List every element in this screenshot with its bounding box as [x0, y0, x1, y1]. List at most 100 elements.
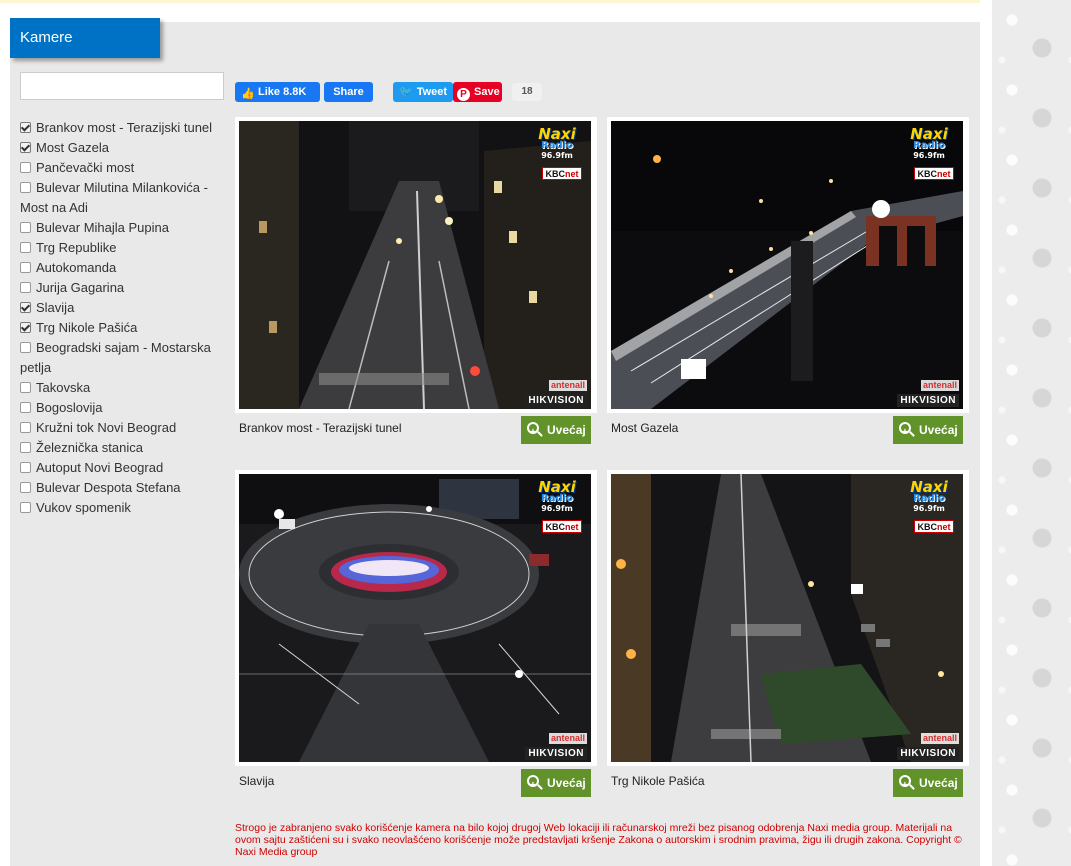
- decorative-background-pattern: [992, 0, 1071, 866]
- naxi-radio-logo: Naxi Radio 96.9fm KBCnet: [901, 480, 957, 534]
- camera-checkbox-label: Most Gazela: [36, 140, 109, 155]
- camera-checkbox-label: Vukov spomenik: [36, 500, 131, 515]
- camera-checkbox-label: Brankov most - Terazijski tunel: [36, 120, 213, 135]
- camera-list-item[interactable]: Jurija Gagarina: [20, 278, 220, 298]
- camera-checkbox[interactable]: [20, 222, 31, 233]
- antenall-watermark: antenall: [920, 380, 959, 391]
- zoom-in-icon: [527, 419, 539, 447]
- camera-checkbox-label: Železnička stanica: [36, 440, 143, 455]
- camera-checkbox-label: Bulevar Mihajla Pupina: [36, 220, 169, 235]
- camera-checkbox[interactable]: [20, 182, 31, 193]
- camera-frame: Naxi Radio 96.9fm KBCnet antenall HIKVISIO…: [235, 470, 597, 766]
- camera-list-item[interactable]: Bulevar Milutina Milankovića - Most na A…: [20, 178, 220, 218]
- camera-checkbox[interactable]: [20, 162, 31, 173]
- camera-checkbox-label: Beogradski sajam - Mostarska petlja: [20, 340, 211, 375]
- pinterest-icon: P: [457, 88, 470, 101]
- camera-list-item[interactable]: Autoput Novi Beograd: [20, 458, 220, 478]
- save-label: Save: [474, 86, 500, 98]
- panel-title: Kamere: [10, 18, 160, 58]
- camera-list-item[interactable]: Vukov spomenik: [20, 498, 220, 518]
- antenall-watermark: antenall: [920, 733, 959, 744]
- camera-checkbox[interactable]: [20, 322, 31, 333]
- camera-image[interactable]: Naxi Radio 96.9fm KBCnet antenall HIKVISIO…: [239, 474, 591, 762]
- camera-checkbox-label: Bogoslovija: [36, 400, 103, 415]
- camera-checkbox-label: Jurija Gagarina: [36, 280, 125, 295]
- camera-checkbox[interactable]: [20, 302, 31, 313]
- camera-list-item[interactable]: Takovska: [20, 378, 220, 398]
- camera-image[interactable]: Naxi Radio 96.9fm KBCnet antenall HIKVISIO…: [611, 121, 963, 409]
- camera-checkbox[interactable]: [20, 482, 31, 493]
- zoom-in-icon: [899, 772, 911, 800]
- camera-checkbox-label: Trg Nikole Pašića: [36, 320, 138, 335]
- camera-list-item[interactable]: Bulevar Mihajla Pupina: [20, 218, 220, 238]
- camera-checkbox-label: Pančevački most: [36, 160, 135, 175]
- camera-list-item[interactable]: Kružni tok Novi Beograd: [20, 418, 220, 438]
- zoom-button[interactable]: Uvećaj: [893, 769, 963, 800]
- like-label: Like 8.8K: [258, 86, 307, 98]
- camera-checkbox[interactable]: [20, 282, 31, 293]
- zoom-button-label: Uvećaj: [547, 423, 586, 437]
- camera-checkbox[interactable]: [20, 142, 31, 153]
- antenall-watermark: antenall: [548, 380, 587, 391]
- camera-list-item[interactable]: Beogradski sajam - Mostarska petlja: [20, 338, 220, 378]
- kbc-net-logo: KBCnet: [542, 167, 582, 180]
- camera-checkbox[interactable]: [20, 502, 31, 513]
- camera-checkbox[interactable]: [20, 402, 31, 413]
- hikvision-watermark: HIKVISION: [897, 394, 959, 407]
- facebook-like-button[interactable]: 👍 Like 8.8K: [235, 82, 320, 102]
- camera-caption: Slavija: [239, 774, 275, 788]
- camera-list-item[interactable]: Bogoslovija: [20, 398, 220, 418]
- camera-list-item[interactable]: Brankov most - Terazijski tunel: [20, 118, 220, 138]
- camera-checkbox[interactable]: [20, 242, 31, 253]
- copyright-disclaimer: Strogo je zabranjeno svako korišćenje ka…: [235, 822, 962, 858]
- camera-checkbox-label: Slavija: [36, 300, 75, 315]
- camera-list-item[interactable]: Trg Republike: [20, 238, 220, 258]
- camera-image[interactable]: Naxi Radio 96.9fm KBCnet antenall HIKVISIO…: [239, 121, 591, 409]
- thumbs-up-icon: 👍: [241, 88, 255, 100]
- zoom-button[interactable]: Uvećaj: [521, 769, 591, 800]
- camera-checkbox-label: Takovska: [36, 380, 91, 395]
- camera-checkbox[interactable]: [20, 382, 31, 393]
- twitter-bird-icon: 🐦: [399, 86, 413, 98]
- camera-list-item[interactable]: Slavija: [20, 298, 220, 318]
- camera-checkbox-label: Kružni tok Novi Beograd: [36, 420, 177, 435]
- kbc-net-logo: KBCnet: [914, 520, 954, 533]
- camera-checkbox-label: Autoput Novi Beograd: [36, 460, 164, 475]
- cameras-panel: Kamere Brankov most - Terazijski tunel Mo…: [10, 18, 980, 866]
- camera-list-item[interactable]: Pančevački most: [20, 158, 220, 178]
- camera-list-item[interactable]: Most Gazela: [20, 138, 220, 158]
- naxi-radio-logo: Naxi Radio 96.9fm KBCnet: [901, 127, 957, 181]
- camera-list-item[interactable]: Bulevar Despota Stefana: [20, 478, 220, 498]
- kbc-net-logo: KBCnet: [914, 167, 954, 180]
- camera-list-item[interactable]: Železnička stanica: [20, 438, 220, 458]
- zoom-button[interactable]: Uvećaj: [893, 416, 963, 447]
- kbc-net-logo: KBCnet: [542, 520, 582, 533]
- camera-list-item[interactable]: Autokomanda: [20, 258, 220, 278]
- camera-checkbox[interactable]: [20, 422, 31, 433]
- hikvision-watermark: HIKVISION: [525, 747, 587, 760]
- zoom-button[interactable]: Uvećaj: [521, 416, 591, 447]
- pinterest-save-button[interactable]: P Save: [453, 82, 502, 102]
- naxi-radio-logo: Naxi Radio 96.9fm KBCnet: [529, 480, 585, 534]
- zoom-in-icon: [899, 419, 911, 447]
- camera-image[interactable]: Naxi Radio 96.9fm KBCnet antenall HIKVISIO…: [611, 474, 963, 762]
- camera-checkbox[interactable]: [20, 442, 31, 453]
- antenall-watermark: antenall: [548, 733, 587, 744]
- zoom-button-label: Uvećaj: [919, 423, 958, 437]
- camera-search-input[interactable]: [20, 72, 224, 100]
- save-count-badge: 18: [512, 83, 542, 101]
- facebook-share-button[interactable]: Share: [324, 82, 373, 102]
- camera-checkbox-label: Bulevar Despota Stefana: [36, 480, 181, 495]
- zoom-button-label: Uvećaj: [547, 776, 586, 790]
- camera-checkbox[interactable]: [20, 342, 31, 353]
- tweet-label: Tweet: [416, 86, 448, 98]
- camera-checkbox[interactable]: [20, 122, 31, 133]
- hikvision-watermark: HIKVISION: [897, 747, 959, 760]
- camera-caption: Brankov most - Terazijski tunel: [239, 421, 402, 435]
- zoom-button-label: Uvećaj: [919, 776, 958, 790]
- camera-checkbox[interactable]: [20, 462, 31, 473]
- top-accent-line: [0, 0, 980, 3]
- camera-list-item[interactable]: Trg Nikole Pašića: [20, 318, 220, 338]
- camera-checkbox[interactable]: [20, 262, 31, 273]
- tweet-button[interactable]: 🐦 Tweet: [393, 82, 453, 102]
